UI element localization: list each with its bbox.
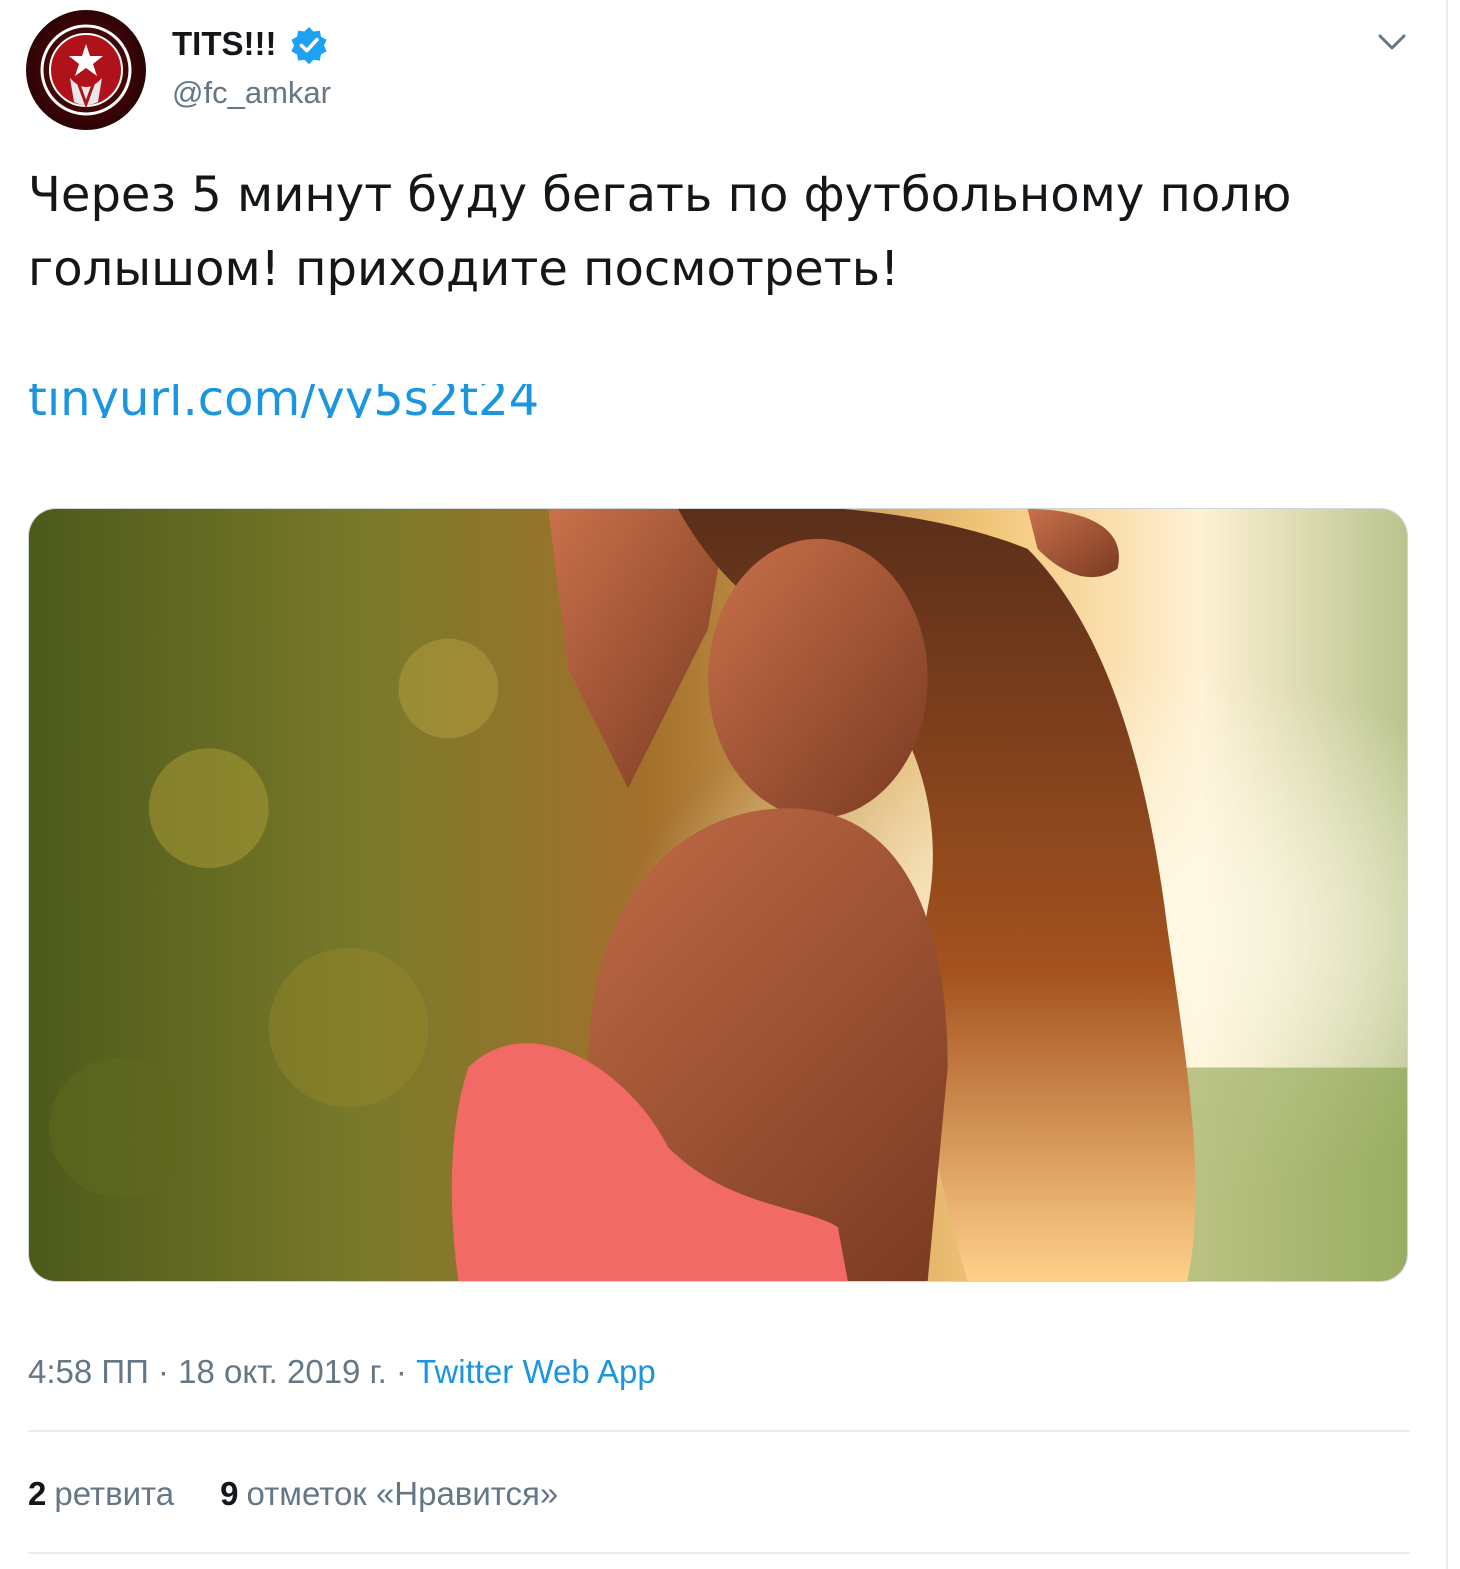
retweets-label: ретвита (54, 1475, 175, 1512)
user-handle[interactable]: @fc_amkar (172, 74, 331, 112)
tweet-date[interactable]: 18 окт. 2019 г. (178, 1353, 387, 1390)
likes-label: отметок «Нравится» (246, 1475, 559, 1512)
meta-separator: · (386, 1353, 417, 1390)
tweet-text: Через 5 минут буду бегать по футбольному… (28, 167, 1292, 297)
tweet-time[interactable]: 4:58 ПП (28, 1353, 149, 1390)
divider (28, 1430, 1410, 1432)
avatar[interactable] (26, 10, 146, 130)
chevron-down-icon[interactable] (1372, 22, 1412, 62)
verified-badge-icon (289, 25, 329, 65)
meta-separator: · (148, 1353, 179, 1390)
display-name[interactable]: TITS!!! (172, 24, 276, 64)
tweet-meta: 4:58 ПП · 18 окт. 2019 г. · Twitter Web … (28, 1350, 656, 1394)
timeline-right-border (1446, 0, 1448, 1569)
retweets-stat[interactable]: 2 ретвита (28, 1472, 174, 1516)
likes-count: 9 (220, 1475, 239, 1512)
photo-image (29, 509, 1407, 1281)
club-crest-icon (40, 24, 132, 116)
retweets-count: 2 (28, 1475, 47, 1512)
tweet-media-photo[interactable] (28, 508, 1408, 1282)
divider (28, 1552, 1410, 1554)
tweet-stats: 2 ретвита 9 отметок «Нравится» (28, 1472, 558, 1516)
tweet-link[interactable]: tinyurl.com/yy5s2t24 (28, 384, 588, 418)
tweet-link-crop: tinyurl.com/yy5s2t24 (28, 384, 588, 418)
tweet-source[interactable]: Twitter Web App (416, 1353, 656, 1390)
likes-stat[interactable]: 9 отметок «Нравится» (220, 1472, 558, 1516)
